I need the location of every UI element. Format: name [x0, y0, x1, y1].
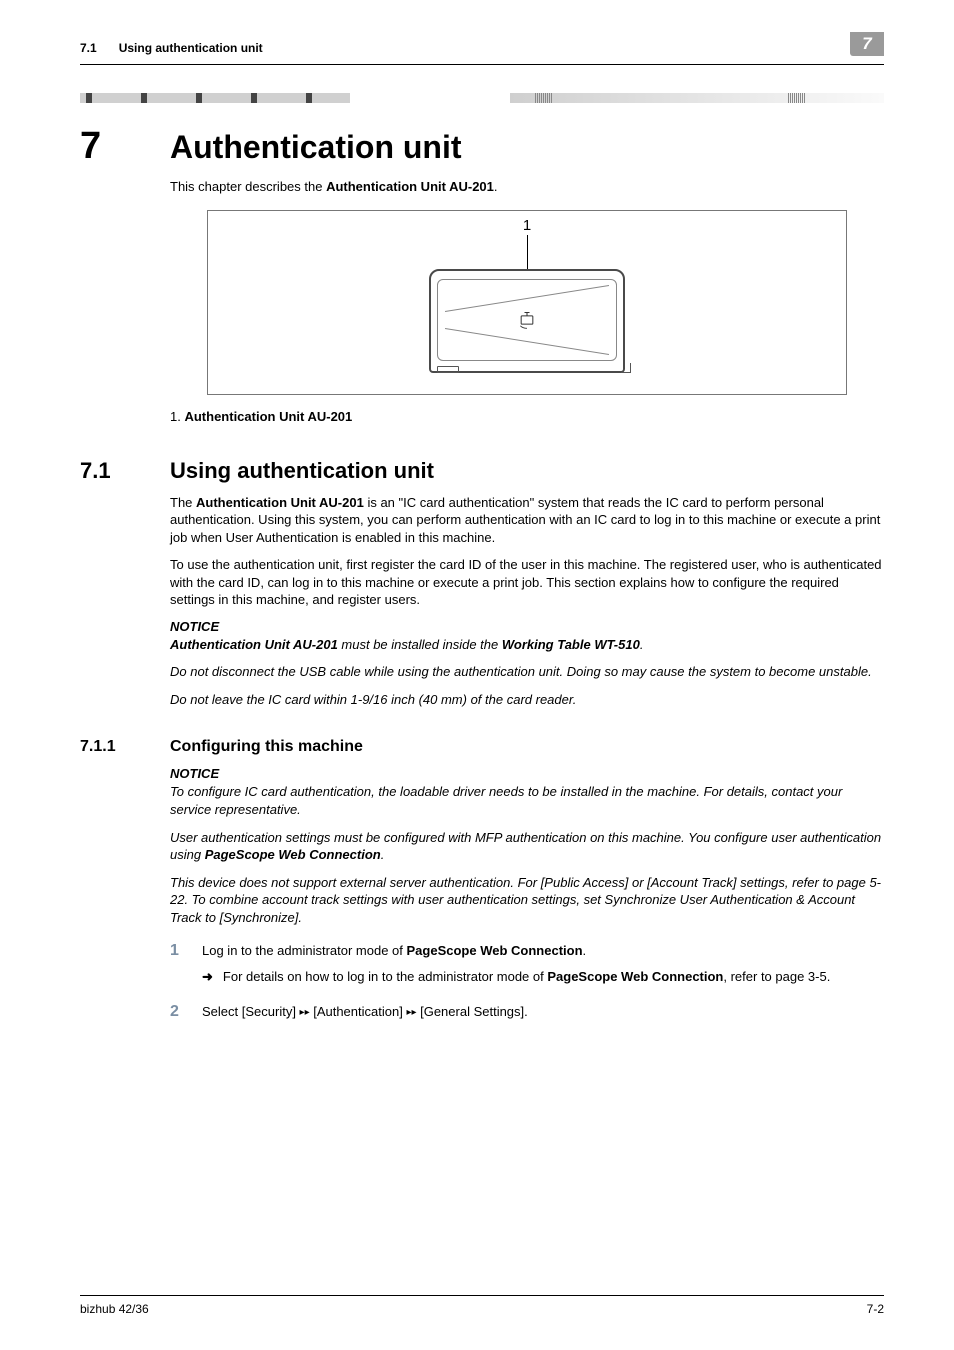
footer-page-number: 7-2 — [867, 1302, 884, 1316]
text: . — [381, 847, 385, 862]
step-2: 2 Select [Security] ▸▸ [Authentication] … — [170, 1003, 884, 1021]
section-7-1-1-heading: 7.1.1 Configuring this machine — [80, 738, 884, 756]
text: , refer to page 3-5. — [723, 969, 830, 984]
chapter-heading: 7 Authentication unit — [80, 125, 884, 168]
notice-text: Do not disconnect the USB cable while us… — [170, 663, 884, 681]
step-number: 1 — [170, 942, 184, 960]
running-header: 7.1 Using authentication unit 7 — [80, 36, 884, 60]
text-bold: Authentication Unit AU-201 — [170, 637, 338, 652]
breadcrumb-arrow-icon: ▸▸ — [406, 1007, 416, 1018]
figure-callout-1: 1 — [523, 217, 531, 234]
chapter-number: 7 — [80, 125, 124, 168]
text-bold: PageScope Web Connection — [547, 969, 723, 984]
text: . — [583, 943, 587, 958]
section-title: Using authentication unit — [170, 458, 434, 484]
section-number: 7.1 — [80, 458, 130, 484]
section-7-1-heading: 7.1 Using authentication unit — [80, 458, 884, 484]
footer-product: bizhub 42/36 — [80, 1302, 149, 1316]
text: This chapter describes the — [170, 179, 326, 194]
notice-text: To configure IC card authentication, the… — [170, 783, 884, 818]
figure-authentication-unit: 1 — [207, 210, 847, 395]
text-bold: Authentication Unit AU-201 — [196, 495, 364, 510]
text-bold: PageScope Web Connection — [205, 847, 381, 862]
text: [General Settings]. — [416, 1004, 527, 1019]
text: [Authentication] — [310, 1004, 407, 1019]
notice-text: User authentication settings must be con… — [170, 829, 884, 864]
chapter-title: Authentication unit — [170, 129, 462, 166]
header-section-number: 7.1 — [80, 41, 97, 55]
notice-text: Authentication Unit AU-201 must be insta… — [170, 636, 884, 654]
notice-label: NOTICE — [170, 619, 884, 634]
notice-text: This device does not support external se… — [170, 874, 884, 927]
text: must be installed inside the — [338, 637, 502, 652]
chapter-tab: 7 — [850, 32, 884, 56]
paragraph: The Authentication Unit AU-201 is an "IC… — [170, 494, 884, 547]
notice-text: Do not leave the IC card within 1-9/16 i… — [170, 691, 884, 709]
chapter-intro: This chapter describes the Authenticatio… — [170, 178, 884, 196]
substep-text: For details on how to log in to the admi… — [223, 968, 830, 986]
text: For details on how to log in to the admi… — [223, 969, 547, 984]
breadcrumb-arrow-icon: ▸▸ — [300, 1007, 310, 1018]
notice-label: NOTICE — [170, 766, 884, 781]
step-text: Log in to the administrator mode of Page… — [202, 942, 884, 960]
text-bold: PageScope Web Connection — [407, 943, 583, 958]
figure-caption: 1. Authentication Unit AU-201 — [170, 409, 884, 424]
subsection-number: 7.1.1 — [80, 738, 140, 756]
ornamental-stripe — [80, 93, 884, 103]
text: . — [494, 179, 498, 194]
card-tap-icon — [517, 310, 537, 330]
paragraph: To use the authentication unit, first re… — [170, 556, 884, 609]
text-bold: Authentication Unit AU-201 — [326, 179, 494, 194]
step-text: Select [Security] ▸▸ [Authentication] ▸▸… — [202, 1003, 884, 1021]
header-section-title: Using authentication unit — [119, 41, 263, 55]
arrow-icon: ➜ — [202, 968, 213, 986]
step-number: 2 — [170, 1003, 184, 1021]
text-bold: Working Table WT-510 — [502, 637, 640, 652]
page-footer: bizhub 42/36 7-2 — [80, 1295, 884, 1316]
text: Select [Security] — [202, 1004, 300, 1019]
header-rule — [80, 64, 884, 65]
text: . — [640, 637, 644, 652]
step-1-substep: ➜ For details on how to log in to the ad… — [170, 968, 884, 986]
subsection-title: Configuring this machine — [170, 738, 363, 756]
text: Log in to the administrator mode of — [202, 943, 407, 958]
text: The — [170, 495, 196, 510]
card-reader-illustration — [429, 269, 625, 373]
text-bold: Authentication Unit AU-201 — [184, 409, 352, 424]
text: 1. — [170, 409, 184, 424]
step-1: 1 Log in to the administrator mode of Pa… — [170, 942, 884, 960]
